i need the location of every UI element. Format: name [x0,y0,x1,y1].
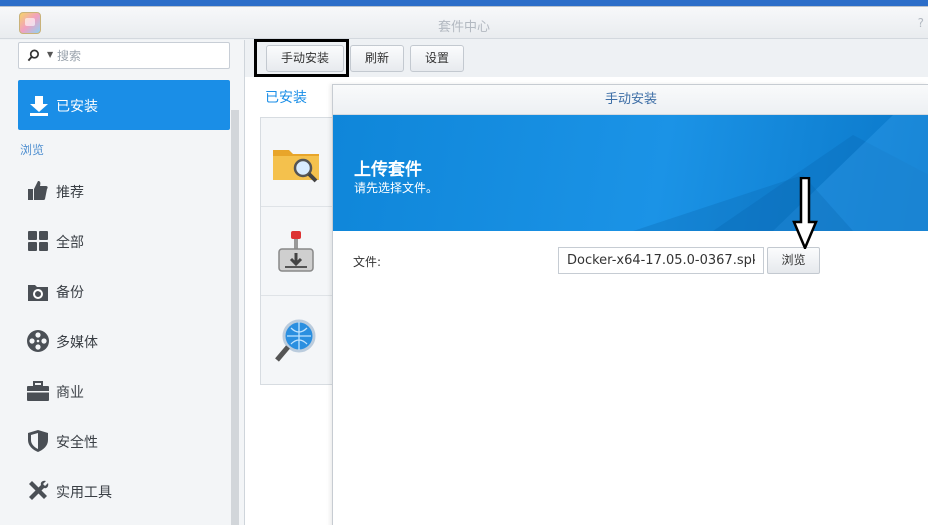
grid-icon [28,231,48,251]
search-dropdown-caret-icon[interactable]: ▼ [47,50,53,59]
film-reel-icon [27,330,49,352]
annotation-arrow-icon [792,177,818,249]
sidebar-item-label: 商业 [56,385,84,401]
browse-section-label: 浏览 [20,143,45,157]
refresh-button[interactable]: 刷新 [350,45,404,72]
thumbs-up-icon [28,181,48,200]
sidebar-item-label: 推荐 [56,185,84,201]
download-station-icon [278,231,314,272]
list-item[interactable] [261,207,333,296]
sidebar-item-multimedia[interactable]: 多媒体 [18,319,230,363]
sidebar-item-label: 备份 [56,285,84,301]
dialog-banner: 上传套件 请先选择文件。 [333,115,928,231]
sidebar-item-installed-label: 已安装 [56,99,98,115]
banner-subtitle: 请先选择文件。 [354,181,439,195]
tools-icon [29,480,49,500]
magnifier-globe-icon [275,319,316,362]
download-icon [30,96,48,116]
search-box[interactable]: ▼ [18,42,230,69]
sidebar-item-label: 多媒体 [56,335,98,351]
sidebar-item-label: 安全性 [56,435,98,451]
banner-title: 上传套件 [354,160,422,180]
browse-button[interactable]: 浏览 [767,247,820,274]
backup-icon [28,285,48,301]
search-input[interactable] [57,46,222,65]
list-item[interactable] [261,296,333,385]
sidebar-item-label: 全部 [56,235,84,251]
file-path-input[interactable] [558,247,764,274]
sidebar-item-label: 实用工具 [56,485,112,501]
sidebar-item-recommended[interactable]: 推荐 [18,169,230,213]
package-center-window: 套件中心 ? ▼ 已安装 浏览 推荐 [0,6,928,525]
sidebar-item-business[interactable]: 商业 [18,369,230,413]
list-item[interactable] [261,118,333,207]
sidebar-item-utilities[interactable]: 实用工具 [18,469,230,513]
sidebar-item-security[interactable]: 安全性 [18,419,230,463]
sidebar-item-all[interactable]: 全部 [18,219,230,263]
file-field-label: 文件: [353,255,382,269]
package-list [260,117,333,385]
search-icon[interactable] [27,49,40,62]
sidebar: ▼ 已安装 浏览 推荐 全部 [0,40,244,525]
help-icon[interactable]: ? [918,16,924,30]
dialog-title: 手动安装 [333,85,928,115]
shield-icon [28,430,48,452]
briefcase-icon [27,381,49,401]
annotation-highlight-box [254,39,349,77]
sidebar-scrollbar[interactable] [231,110,239,525]
window-title: 套件中心 [437,20,490,35]
banner-decoration [633,115,928,231]
tab-installed[interactable]: 已安装 [265,87,307,107]
manual-install-dialog: 手动安装 上传套件 请先选择文件。 文件: 浏览 [332,84,928,525]
sidebar-item-backup[interactable]: 备份 [18,269,230,313]
folder-search-icon [273,150,319,183]
sidebar-item-installed[interactable]: 已安装 [18,80,230,130]
settings-button[interactable]: 设置 [410,45,464,72]
title-bar: 套件中心 ? [0,7,928,39]
